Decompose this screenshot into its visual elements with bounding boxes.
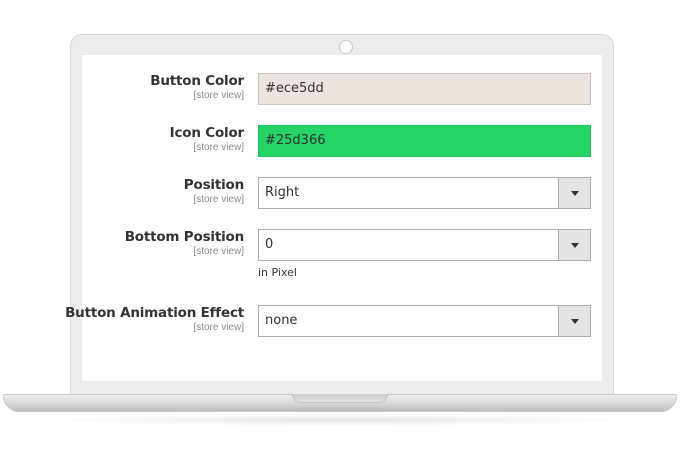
- field-scope: [store view]: [193, 322, 244, 333]
- icon-color-label-group: Icon Color [store view]: [169, 125, 245, 154]
- bottom-position-select-toggle[interactable]: [558, 230, 590, 260]
- bottom-position-select-value: 0: [265, 237, 274, 252]
- icon-color-input[interactable]: #25d366: [258, 125, 591, 157]
- position-select-toggle[interactable]: [558, 178, 590, 208]
- animation-select-value: none: [265, 313, 298, 328]
- button-color-input[interactable]: #ece5dd: [258, 73, 591, 105]
- position-select-value: Right: [265, 185, 300, 200]
- button-color-label-group: Button Color [store view]: [150, 73, 244, 102]
- chevron-down-icon: [571, 319, 579, 324]
- field-scope: [store view]: [193, 142, 244, 153]
- animation-select-toggle[interactable]: [558, 306, 590, 336]
- field-label: Button Color: [150, 73, 244, 89]
- animation-label-group: Button Animation Effect [store view]: [65, 305, 244, 334]
- field-scope: [store view]: [193, 246, 244, 257]
- field-label: Bottom Position: [124, 229, 245, 245]
- field-label: Button Animation Effect: [65, 305, 244, 321]
- camera-icon: [339, 40, 353, 54]
- bottom-position-label-group: Bottom Position [store view]: [124, 229, 245, 258]
- position-label-group: Position [store view]: [184, 177, 244, 206]
- bottom-position-select[interactable]: 0: [258, 229, 591, 261]
- laptop-shadow: [40, 414, 640, 426]
- chevron-down-icon: [571, 191, 579, 196]
- laptop-notch: [292, 394, 388, 403]
- field-scope: [store view]: [193, 90, 244, 101]
- position-select[interactable]: Right: [258, 177, 591, 209]
- bottom-position-note: in Pixel: [258, 266, 297, 279]
- field-label: Position: [183, 177, 244, 193]
- chevron-down-icon: [571, 243, 579, 248]
- animation-select[interactable]: none: [258, 305, 591, 337]
- field-scope: [store view]: [193, 194, 244, 205]
- field-label: Icon Color: [169, 125, 245, 141]
